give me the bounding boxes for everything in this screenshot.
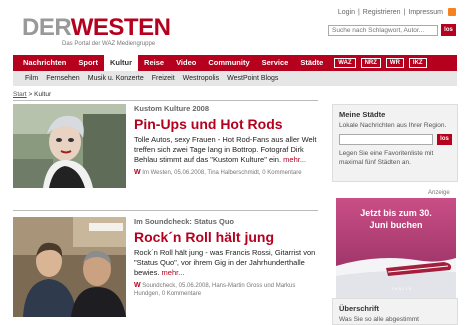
subnav-item-fernsehen[interactable]: Fernsehen — [46, 75, 87, 82]
search-input[interactable] — [328, 25, 438, 36]
site-logo[interactable]: DERWESTEN Das Portal der WAZ Mediengrupp… — [22, 14, 171, 47]
article-content: Im Soundcheck: Status Quo Rock´n Roll hä… — [134, 217, 318, 298]
nrz-logo[interactable]: NRZ — [360, 58, 381, 68]
separator: | — [403, 8, 406, 16]
nav-item-reise[interactable]: Reise — [138, 55, 170, 71]
meta-text: Im Westen, 05.06.2008, Tina Halberschmid… — [142, 170, 302, 176]
more-link[interactable]: mehr... — [162, 268, 185, 277]
ad-brand: THALYS — [391, 286, 413, 291]
box-title: Überschrift — [339, 304, 380, 313]
logo-westen: WESTEN — [70, 14, 171, 41]
breadcrumb-current: Kultur — [34, 91, 52, 98]
article-headline[interactable]: Rock´n Roll hält jung — [134, 230, 318, 245]
wr-logo[interactable]: WR — [385, 58, 404, 68]
ikz-logo[interactable]: IKZ — [408, 58, 427, 68]
rss-icon[interactable] — [448, 8, 456, 16]
box-note: Legen Sie eine Favoritenliste mit maxima… — [339, 150, 434, 166]
box-text: Lokale Nachrichten aus Ihrer Region. — [339, 122, 447, 129]
subnav-item-freizeit[interactable]: Freizeit — [152, 75, 183, 82]
breadcrumb: Start > Kultur — [13, 91, 51, 98]
breadcrumb-home[interactable]: Start — [13, 91, 27, 98]
article-thumbnail-statusquo[interactable] — [13, 217, 126, 317]
ad-headline-1: Jetzt bis zum 30. — [360, 208, 432, 218]
more-link[interactable]: mehr... — [283, 155, 306, 164]
ueberschrift-box: Überschrift Was Sie so alle abgestimmt — [332, 298, 458, 325]
westen-logo-icon: W — [134, 169, 141, 176]
article-kicker: Im Soundcheck: Status Quo — [134, 217, 235, 226]
thalys-ad[interactable]: Jetzt bis zum 30. Juni buchen THALYS — [336, 198, 456, 298]
top-links: Login | Registrieren | Impressum — [338, 8, 456, 16]
separator: | — [357, 8, 360, 16]
nav-item-community[interactable]: Community — [202, 55, 255, 71]
box-title: Meine Städte — [339, 110, 386, 119]
article-teaser: Tolle Autos, sexy Frauen - Hot Rod-Fans … — [134, 135, 318, 165]
article-kicker: Kustom Kulture 2008 — [134, 104, 210, 113]
sub-nav: Film Fernsehen Musik u. Konzerte Freizei… — [13, 71, 457, 86]
nav-item-staedte[interactable]: Städte — [294, 55, 329, 71]
subnav-item-westropolis[interactable]: Westropolis — [183, 75, 227, 82]
ad-headline-2: Juni buchen — [369, 220, 423, 230]
logo-der: DER — [22, 14, 71, 41]
article-content: Kustom Kulture 2008 Pin-Ups und Hot Rods… — [134, 104, 318, 177]
divider — [13, 210, 318, 211]
nav-item-nachrichten[interactable]: Nachrichten — [17, 55, 72, 71]
breadcrumb-separator: > — [28, 91, 33, 98]
meta-text: Soundcheck, 05.06.2008, Hans-Martin Gros… — [134, 283, 296, 297]
subnav-item-musik[interactable]: Musik u. Konzerte — [88, 75, 152, 82]
subnav-item-westpoint-blogs[interactable]: WestPoint Blogs — [227, 75, 286, 82]
search-button[interactable]: los — [441, 24, 456, 36]
city-input[interactable] — [339, 134, 433, 145]
article-item: Im Soundcheck: Status Quo Rock´n Roll hä… — [13, 217, 318, 317]
register-link[interactable]: Registrieren — [363, 9, 401, 16]
article-meta: W Im Westen, 05.06.2008, Tina Halberschm… — [134, 169, 318, 177]
article-meta: W Soundcheck, 05.06.2008, Hans-Martin Gr… — [134, 282, 318, 298]
ad-label: Anzeige — [428, 190, 450, 196]
box-text: Was Sie so alle abgestimmt — [339, 316, 419, 323]
meine-staedte-box: Meine Städte Lokale Nachrichten aus Ihre… — [332, 104, 458, 182]
article-item: Kustom Kulture 2008 Pin-Ups und Hot Rods… — [13, 104, 318, 194]
nav-item-service[interactable]: Service — [256, 55, 295, 71]
city-submit-button[interactable]: los — [437, 134, 452, 145]
logo-subtitle: Das Portal der WAZ Mediengruppe — [62, 41, 156, 47]
article-headline[interactable]: Pin-Ups und Hot Rods — [134, 117, 318, 132]
article-thumbnail-pinup[interactable] — [13, 104, 126, 188]
subnav-item-film[interactable]: Film — [25, 75, 46, 82]
waz-logo[interactable]: WAZ — [334, 58, 356, 68]
nav-item-sport[interactable]: Sport — [72, 55, 104, 71]
nav-item-video[interactable]: Video — [170, 55, 202, 71]
divider — [13, 100, 318, 101]
westen-logo-icon: W — [134, 282, 141, 289]
nav-item-kultur[interactable]: Kultur — [103, 55, 139, 71]
login-link[interactable]: Login — [338, 9, 355, 16]
main-nav: Nachrichten Sport Kultur Reise Video Com… — [13, 55, 457, 71]
impressum-link[interactable]: Impressum — [408, 9, 443, 16]
article-teaser: Rock´n Roll hält jung - was Francis Ross… — [134, 248, 318, 278]
